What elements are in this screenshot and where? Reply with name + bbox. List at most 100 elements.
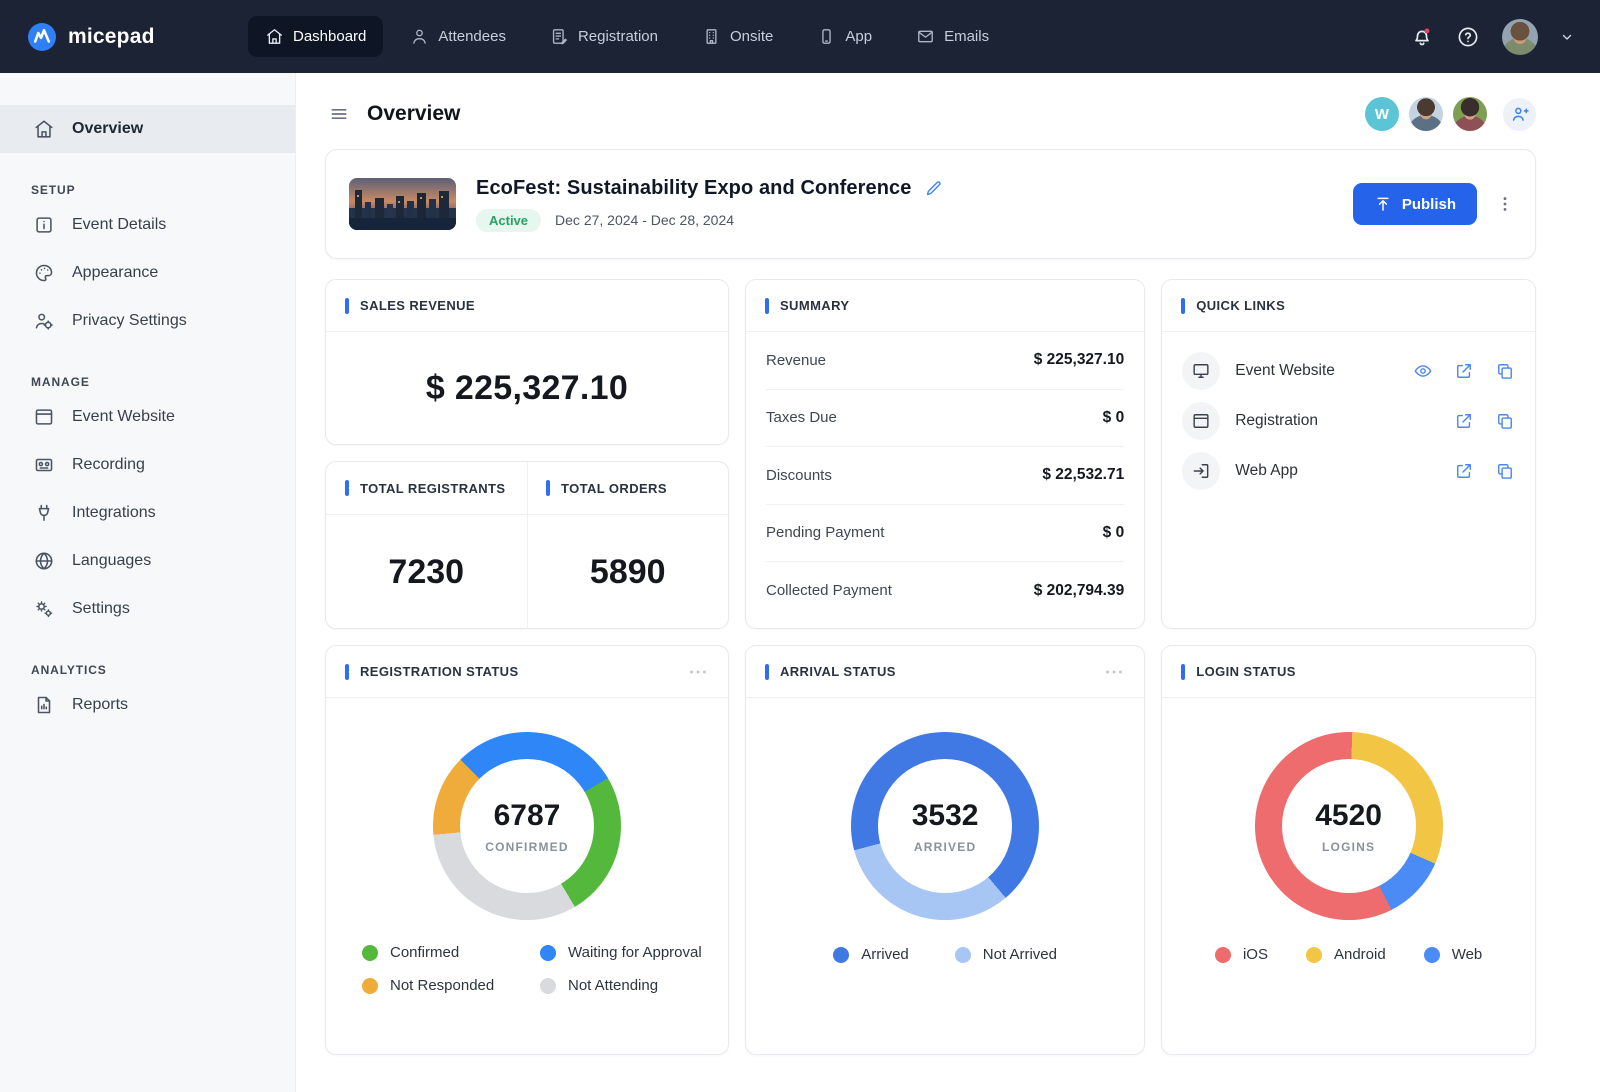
copy-icon[interactable] [1495,461,1515,481]
preview-eye-icon[interactable] [1413,361,1433,381]
home-icon [33,118,55,140]
sidebar-item-label: Integrations [72,504,156,522]
total-registrants-value: 7230 [326,515,527,629]
menu-toggle-icon[interactable] [329,104,349,124]
tab-label: Attendees [438,28,506,45]
sidebar-item-label: Event Website [72,408,175,426]
notifications-bell-icon[interactable] [1410,25,1434,49]
browser-window-icon [33,406,55,428]
collaborator-avatar[interactable] [1453,97,1487,131]
sidebar-item-overview[interactable]: Overview [0,105,295,153]
summary-value: $ 202,794.39 [1034,582,1125,600]
card-menu-dots-icon[interactable] [687,661,709,683]
add-collaborator-button[interactable] [1503,98,1536,131]
donut-center-value: 4520 [1315,799,1382,833]
accent-bar [765,664,769,680]
gears-icon [33,598,55,620]
tab-label: Emails [944,28,989,45]
summary-label: Revenue [766,352,826,369]
sidebar-item-languages[interactable]: Languages [0,537,295,585]
sidebar-item-label: Settings [72,600,130,618]
sidebar-item-label: Event Details [72,216,166,234]
summary-value: $ 0 [1103,524,1125,542]
info-square-icon [33,214,55,236]
sidebar-item-event-details[interactable]: Event Details [0,201,295,249]
publish-button[interactable]: Publish [1353,183,1477,225]
monitor-icon [1182,352,1220,390]
person-icon [410,27,429,46]
dashboard-grid: SALES REVENUE $ 225,327.10 TOTAL REGISTR… [296,279,1600,1055]
event-info: EcoFest: Sustainability Expo and Confere… [476,177,943,232]
tab-attendees[interactable]: Attendees [393,16,523,57]
person-gear-icon [33,310,55,332]
tab-app[interactable]: App [800,16,889,57]
tab-emails[interactable]: Emails [899,16,1006,57]
summary-row: Revenue$ 225,327.10 [766,332,1124,390]
quick-link-event-website: Event Website [1182,346,1515,396]
legend-item: Android [1306,946,1386,963]
event-actions: Publish [1353,183,1517,225]
legend-label: Not Attending [568,977,658,994]
sidebar-item-appearance[interactable]: Appearance [0,249,295,297]
brand[interactable]: micepad [26,21,248,53]
legend-label: Android [1334,946,1386,963]
summary-label: Taxes Due [766,409,837,426]
user-avatar[interactable] [1502,19,1538,55]
legend-dot [1424,947,1440,963]
sales-revenue-value: $ 225,327.10 [326,332,728,444]
login-arrow-icon [1182,452,1220,490]
accent-bar [765,298,769,314]
external-link-icon[interactable] [1454,361,1474,381]
plug-icon [33,502,55,524]
legend: iOS Android Web [1162,946,1535,963]
tab-label: App [845,28,872,45]
external-link-icon[interactable] [1454,461,1474,481]
event-menu-kebab-icon[interactable] [1493,192,1517,216]
nav-right-cluster [1410,19,1574,55]
collaborator-avatar-w[interactable]: W [1365,97,1399,131]
event-dates: Dec 27, 2024 - Dec 28, 2024 [555,212,734,228]
accent-bar [1181,298,1185,314]
legend-dot [833,947,849,963]
phone-icon [817,27,836,46]
edit-pencil-icon[interactable] [924,179,943,198]
tab-dashboard[interactable]: Dashboard [248,16,383,57]
legend-dot [1215,947,1231,963]
sidebar-section-manage: MANAGE [0,375,295,389]
tab-registration[interactable]: Registration [533,16,675,57]
summary-row: Discounts$ 22,532.71 [766,447,1124,505]
sidebar-item-event-website[interactable]: Event Website [0,393,295,441]
page-header: Overview W [296,73,1600,143]
sidebar-item-integrations[interactable]: Integrations [0,489,295,537]
event-thumbnail [349,178,456,230]
sidebar-item-privacy-settings[interactable]: Privacy Settings [0,297,295,345]
tab-label: Registration [578,28,658,45]
legend-dot [1306,947,1322,963]
sidebar: Overview SETUP Event Details Appearance … [0,73,296,1092]
legend-item: Confirmed [362,944,540,961]
card-title: LOGIN STATUS [1196,664,1296,679]
sidebar-item-reports[interactable]: Reports [0,681,295,729]
legend-item: Waiting for Approval [540,944,728,961]
collaborator-avatar[interactable] [1409,97,1443,131]
globe-icon [33,550,55,572]
chevron-down-icon[interactable] [1560,30,1574,44]
publish-button-label: Publish [1402,196,1456,213]
copy-icon[interactable] [1495,411,1515,431]
sidebar-item-recording[interactable]: Recording [0,441,295,489]
sidebar-item-label: Recording [72,456,145,474]
sidebar-item-settings[interactable]: Settings [0,585,295,633]
donut-center: 6787 CONFIRMED [460,759,594,893]
help-icon[interactable] [1456,25,1480,49]
sidebar-item-label: Languages [72,552,151,570]
card-menu-dots-icon[interactable] [1103,661,1125,683]
summary-label: Pending Payment [766,524,884,541]
sidebar-item-label: Privacy Settings [72,312,187,330]
tab-onsite[interactable]: Onsite [685,16,790,57]
legend-label: Waiting for Approval [568,944,702,961]
external-link-icon[interactable] [1454,411,1474,431]
copy-icon[interactable] [1495,361,1515,381]
legend-label: Not Responded [390,977,494,994]
login-status-card: LOGIN STATUS 4520 LOGINS iOS Android Web [1161,645,1536,1055]
summary-row: Collected Payment$ 202,794.39 [766,562,1124,620]
